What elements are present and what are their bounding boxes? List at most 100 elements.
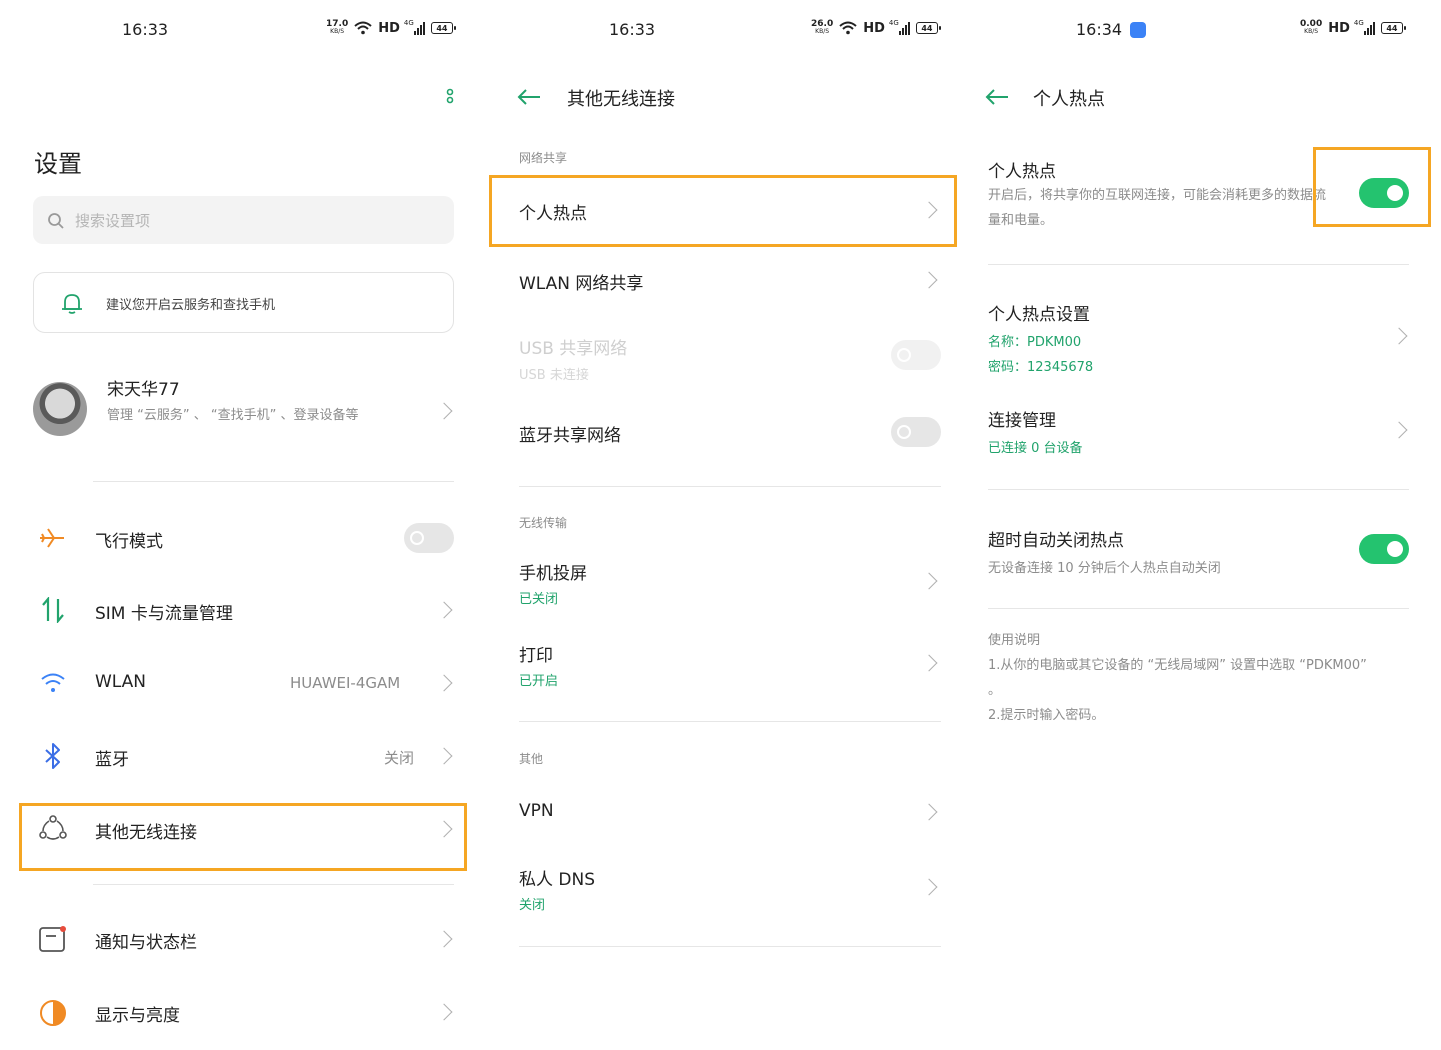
airplane-toggle[interactable]: [404, 523, 454, 553]
signal-icon: 4G: [404, 19, 425, 35]
chevron-right-icon: [1390, 421, 1408, 439]
status-time: 16:34: [1076, 20, 1123, 39]
chevron-right-icon: [1390, 327, 1408, 345]
item-label: VPN: [519, 801, 554, 821]
more-options-icon[interactable]: [445, 88, 455, 114]
settings-item-label: 飞行模式: [95, 532, 163, 552]
chevron-right-icon: [920, 803, 938, 821]
hotspot-settings-item[interactable]: 个人热点设置 名称：PDKM00 密码：12345678: [970, 294, 1441, 380]
hotspot-name: 名称：PDKM00: [988, 335, 1082, 350]
highlight-box: [489, 175, 957, 247]
settings-item-label: WLAN: [95, 672, 147, 692]
item-label: 打印: [519, 646, 553, 666]
bt-share-item[interactable]: 蓝牙共享网络: [487, 400, 970, 462]
item-sub: 已关闭: [519, 592, 559, 607]
cast-item[interactable]: 手机投屏 已关闭: [487, 548, 970, 614]
back-arrow-icon[interactable]: [516, 87, 542, 107]
back-arrow-icon[interactable]: [984, 87, 1010, 107]
instructions-line: 1.从你的电脑或其它设备的 “无线局域网” 设置中选取 “PDKM00” 。: [988, 658, 1367, 698]
page-title: 个人热点: [1033, 89, 1105, 110]
item-label: 蓝牙共享网络: [519, 426, 621, 446]
instructions-title: 使用说明: [988, 633, 1041, 648]
bell-icon: [62, 294, 82, 314]
item-sub: 关闭: [519, 898, 546, 913]
chevron-right-icon: [435, 402, 453, 420]
chevron-right-icon: [435, 930, 453, 948]
settings-item-wlan[interactable]: WLAN HUAWEI-4GAM: [0, 655, 487, 711]
search-placeholder: 搜索设置项: [75, 212, 151, 230]
settings-panel: 16:33 17.0 KB/S HD 4G 44 设置 搜索设置项 建议您开启云服…: [0, 0, 487, 1050]
wlan-network-name: HUAWEI-4GAM: [290, 674, 401, 692]
airplane-icon: [40, 528, 64, 548]
search-input[interactable]: 搜索设置项: [33, 196, 454, 244]
item-sub: 已连接 0 台设备: [988, 441, 1083, 456]
hotspot-desc: 开启后，将共享你的互联网连接，可能会消耗更多的数据流量和电量。: [988, 188, 1327, 228]
print-item[interactable]: 打印 已开启: [487, 630, 970, 696]
connection-management-item[interactable]: 连接管理 已连接 0 台设备: [970, 400, 1441, 464]
avatar: [33, 382, 87, 436]
page-title: 设置: [34, 150, 82, 178]
chevron-right-icon: [920, 572, 938, 590]
wifi-icon: [839, 21, 857, 35]
account-name: 宋天华77: [107, 380, 180, 400]
cloud-banner[interactable]: 建议您开启云服务和查找手机: [33, 272, 454, 333]
bluetooth-icon: [45, 743, 60, 769]
bluetooth-status: 关闭: [384, 749, 415, 767]
other-wireless-panel: 16:33 26.0 KB/S HD 4G 44 其他无线连接 网络共享 个人热点…: [487, 0, 970, 1050]
signal-icon: 4G: [889, 19, 910, 35]
settings-item-label: SIM 卡与流量管理: [95, 604, 233, 624]
auto-off-toggle[interactable]: [1359, 534, 1409, 564]
status-icons: 17.0 KB/S HD 4G 44: [326, 19, 456, 36]
section-header: 网络共享: [519, 151, 568, 165]
wifi-icon: [354, 21, 372, 35]
item-label: 个人热点设置: [988, 305, 1090, 325]
settings-item-label: 蓝牙: [95, 750, 129, 770]
hd-badge: HD: [1328, 20, 1350, 36]
item-sub: USB 未连接: [519, 368, 589, 383]
signal-icon: 4G: [1354, 19, 1375, 35]
usb-share-item: USB 共享网络 USB 未连接: [487, 322, 970, 390]
account-desc: 管理 “云服务” 、 “查找手机” 、登录设备等: [107, 408, 359, 423]
account-row[interactable]: 宋天华77 管理 “云服务” 、 “查找手机” 、登录设备等: [0, 368, 487, 458]
settings-item-bluetooth[interactable]: 蓝牙 关闭: [0, 728, 487, 784]
settings-item-sim[interactable]: SIM 卡与流量管理: [0, 582, 487, 638]
battery-icon: 44: [430, 22, 456, 34]
settings-item-airplane[interactable]: 飞行模式: [0, 510, 487, 566]
wlan-share-item[interactable]: WLAN 网络共享: [487, 250, 970, 310]
item-sub: 无设备连接 10 分钟后个人热点自动关闭: [988, 561, 1221, 576]
section-header: 其他: [519, 752, 544, 766]
chevron-right-icon: [435, 1003, 453, 1021]
highlight-box: [1313, 147, 1431, 227]
hd-badge: HD: [863, 20, 885, 36]
chevron-right-icon: [435, 747, 453, 765]
net-speed: 0.00 KB/S: [1300, 19, 1323, 36]
net-speed: 26.0 KB/S: [811, 19, 834, 36]
app-notification-icon: [1130, 22, 1146, 38]
bt-share-toggle[interactable]: [891, 417, 941, 447]
chevron-right-icon: [920, 878, 938, 896]
settings-item-label: 显示与亮度: [95, 1006, 180, 1026]
instructions-line: 2.提示时输入密码。: [988, 708, 1105, 723]
item-label: 手机投屏: [519, 564, 587, 584]
settings-item-display[interactable]: 显示与亮度: [0, 984, 487, 1040]
item-label: 连接管理: [988, 411, 1056, 431]
vpn-item[interactable]: VPN: [487, 784, 970, 840]
item-label: 超时自动关闭热点: [988, 531, 1124, 551]
hotspot-label: 个人热点: [988, 162, 1056, 182]
settings-item-notifications[interactable]: 通知与状态栏: [0, 911, 487, 967]
usage-instructions: 使用说明 1.从你的电脑或其它设备的 “无线局域网” 设置中选取 “PDKM00…: [988, 628, 1368, 728]
highlight-box: [19, 803, 467, 871]
wifi-icon: [41, 673, 65, 692]
private-dns-item[interactable]: 私人 DNS 关闭: [487, 854, 970, 920]
chevron-right-icon: [435, 601, 453, 619]
net-speed: 17.0 KB/S: [326, 19, 349, 36]
data-transfer-icon: [42, 597, 64, 623]
hd-badge: HD: [378, 20, 400, 36]
item-label: WLAN 网络共享: [519, 274, 644, 294]
item-sub: 已开启: [519, 674, 559, 689]
status-time: 16:33: [609, 20, 656, 39]
notification-icon: [39, 926, 66, 952]
status-icons: 26.0 KB/S HD 4G 44: [811, 19, 941, 36]
auto-off-row[interactable]: 超时自动关闭热点 无设备连接 10 分钟后个人热点自动关闭: [970, 520, 1441, 580]
chevron-right-icon: [435, 674, 453, 692]
